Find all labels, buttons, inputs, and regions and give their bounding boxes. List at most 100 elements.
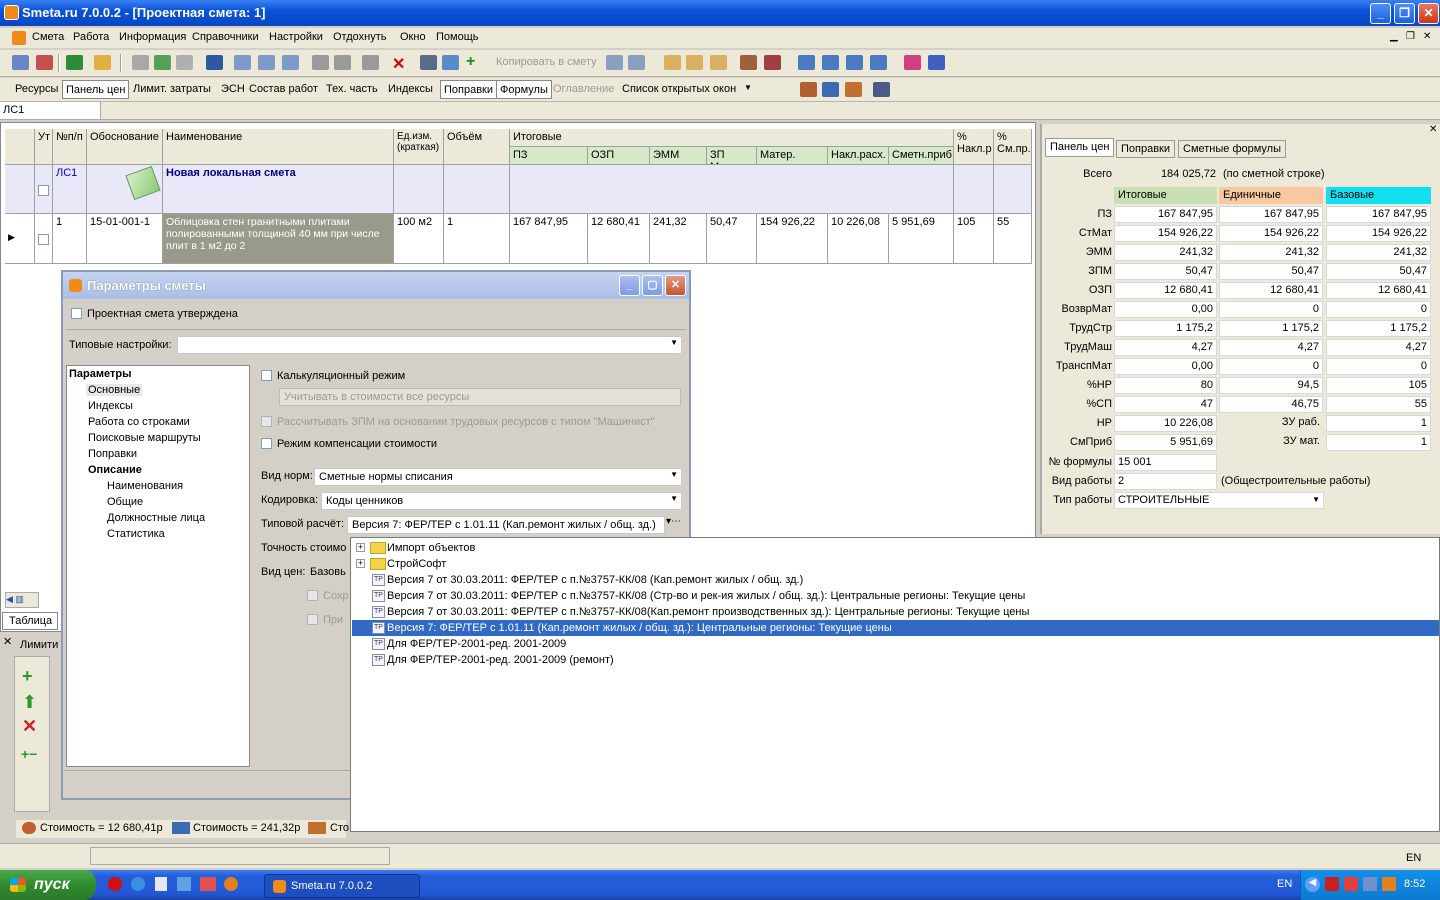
typical-settings-select[interactable]: ▼ — [177, 336, 682, 354]
typcalc-select[interactable]: Версия 7: ФЕР/ТЕР с 1.01.11 (Кап.ремонт … — [347, 516, 665, 534]
row-checkbox[interactable] — [38, 234, 49, 245]
rp-work-field[interactable]: 2 — [1114, 473, 1217, 490]
pc3-icon[interactable] — [710, 55, 727, 70]
tree-general[interactable]: Общие — [107, 496, 143, 508]
dropdown-item[interactable]: ТР Версия 7 от 30.03.2011: ФЕР/ТЕР с п.№3… — [352, 604, 1439, 620]
rp-row-base[interactable]: 105 — [1326, 377, 1431, 394]
tab-price-panel[interactable]: Панель цен — [62, 80, 130, 99]
tree-rows[interactable]: Работа со строками — [88, 416, 190, 428]
rp-row-unit[interactable]: 154 926,22 — [1219, 225, 1323, 242]
refresh-icon[interactable] — [154, 55, 171, 70]
tab-limit-costs[interactable]: Лимит. затраты — [130, 80, 214, 99]
excel-icon[interactable] — [66, 55, 83, 70]
tree-main[interactable]: Основные — [86, 384, 143, 396]
rp-tab-corrections[interactable]: Поправки — [1116, 140, 1176, 158]
expand-icon[interactable]: + — [356, 543, 365, 552]
tab-formulas[interactable]: Формулы — [496, 80, 552, 99]
dropdown-item[interactable]: ТР Версия 7 от 30.03.2011: ФЕР/ТЕР с п.№3… — [352, 572, 1439, 588]
dropdown-item[interactable]: ТР Для ФЕР/ТЕР-2001-ред. 2001-2009 — [352, 636, 1439, 652]
rp-row-unit[interactable]: 94,5 — [1219, 377, 1323, 394]
copy-icon[interactable] — [334, 55, 351, 70]
dialog-maximize-button[interactable]: ▢ — [642, 275, 663, 296]
menu-refs[interactable]: Справочники — [192, 31, 259, 43]
minimize-button[interactable]: _ — [1370, 3, 1391, 24]
move-top-icon[interactable] — [822, 55, 839, 70]
rp-row-total[interactable]: 0,00 — [1114, 358, 1217, 375]
include-cost-button[interactable]: Учитывать в стоимости все ресурсы — [279, 388, 681, 406]
rp-row-base[interactable]: 1 175,2 — [1326, 320, 1431, 337]
calc-icon[interactable] — [420, 55, 437, 70]
rp-row-total[interactable]: 5 951,69 — [1114, 434, 1217, 451]
tree-routes[interactable]: Поисковые маршруты — [88, 432, 201, 444]
rp-row-total[interactable]: 0,00 — [1114, 301, 1217, 318]
search-icon[interactable] — [94, 55, 111, 70]
save-icon[interactable] — [132, 55, 149, 70]
rp-row-unit[interactable]: 1 175,2 — [1219, 320, 1323, 337]
dropdown-item[interactable]: ТР Для ФЕР/ТЕР-2001-ред. 2001-2009 (ремон… — [352, 652, 1439, 668]
tab-limits[interactable]: Лимити — [16, 637, 64, 655]
tab-indexes[interactable]: Индексы — [385, 80, 436, 99]
rp-type-select[interactable]: СТРОИТЕЛЬНЫЕ ▼ — [1114, 492, 1324, 509]
rp-row-total[interactable]: 1 175,2 — [1114, 320, 1217, 337]
price-type-value[interactable]: Базовь — [310, 566, 346, 578]
menu-info[interactable]: Информация — [119, 31, 186, 43]
machine-icon[interactable] — [873, 82, 890, 97]
doc-icon[interactable] — [155, 877, 167, 891]
add-icon[interactable]: + — [22, 666, 33, 687]
rp-row-base[interactable]: 1 — [1326, 415, 1431, 432]
indent-icon[interactable] — [234, 55, 251, 70]
tray-pdf-icon[interactable] — [1325, 877, 1339, 891]
dropdown-item[interactable]: + СтройСофт — [352, 556, 1439, 572]
new-doc-icon[interactable] — [12, 55, 29, 70]
add-row-icon[interactable]: + — [466, 53, 475, 71]
dropdown-item[interactable]: + Импорт объектов — [352, 540, 1439, 556]
tab-table[interactable]: Таблица — [2, 612, 58, 630]
ie-icon[interactable] — [131, 877, 145, 891]
dialog-close-button[interactable]: ✕ — [665, 275, 686, 296]
rp-formula-field[interactable]: 15 001 — [1114, 454, 1217, 471]
rp-row-base[interactable]: 1 — [1326, 434, 1431, 451]
cto-icon[interactable] — [200, 877, 216, 891]
rp-tab-formulas[interactable]: Сметные формулы — [1178, 140, 1287, 158]
open-windows-arrow-icon[interactable]: ▼ — [744, 83, 752, 92]
report2-icon[interactable] — [764, 55, 781, 70]
tree-corrections[interactable]: Поправки — [88, 448, 137, 460]
rp-row-base[interactable]: 0 — [1326, 301, 1431, 318]
zpm-checkbox[interactable] — [261, 416, 272, 430]
rp-row-base[interactable]: 12 680,41 — [1326, 282, 1431, 299]
rp-row-unit[interactable]: 50,47 — [1219, 263, 1323, 280]
rp-row-unit[interactable]: 0 — [1219, 358, 1323, 375]
rp-row-base[interactable]: 4,27 — [1326, 339, 1431, 356]
tree-description[interactable]: Описание — [88, 464, 142, 476]
rp-tab-prices[interactable]: Панель цен — [1045, 138, 1115, 157]
report-icon[interactable] — [740, 55, 757, 70]
dropdown-item[interactable]: ТР Версия 7: ФЕР/ТЕР с 1.01.11 (Кап.ремон… — [352, 620, 1439, 636]
code-select[interactable]: Коды ценников ▼ — [321, 492, 682, 510]
rp-row-unit[interactable]: 12 680,41 — [1219, 282, 1323, 299]
close-limit-icon[interactable]: ✕ — [3, 635, 12, 648]
menu-work[interactable]: Работа — [73, 31, 109, 43]
eraser-icon[interactable] — [904, 55, 921, 70]
rp-row-total[interactable]: 4,27 — [1114, 339, 1217, 356]
tab-work-composition[interactable]: Состав работ — [246, 80, 321, 99]
app-quick-icon[interactable] — [177, 877, 191, 891]
row-name[interactable]: Облицовка стен гранитными плитами полиро… — [163, 214, 394, 264]
delete-icon[interactable]: ✕ — [392, 54, 405, 74]
pc2-icon[interactable] — [686, 55, 703, 70]
row-basis[interactable]: 15-01-001-1 — [87, 214, 163, 264]
move-down-icon[interactable] — [846, 55, 863, 70]
rp-row-total[interactable]: 241,32 — [1114, 244, 1217, 261]
start-button[interactable]: пуск — [0, 870, 96, 900]
open-doc-icon[interactable] — [36, 55, 53, 70]
book-icon[interactable] — [928, 55, 945, 70]
rp-row-base[interactable]: 0 — [1326, 358, 1431, 375]
undo-icon[interactable] — [176, 55, 193, 70]
cut-icon[interactable] — [312, 55, 329, 70]
rp-row-unit[interactable]: 167 847,95 — [1219, 206, 1323, 223]
opera-icon[interactable] — [108, 877, 122, 891]
redo-icon[interactable] — [206, 55, 223, 70]
tray-back-icon[interactable]: ◀ — [1305, 877, 1320, 892]
row-checkbox[interactable] — [38, 185, 49, 196]
panel-close-icon[interactable]: ✕ — [1429, 124, 1437, 135]
pc-icon[interactable] — [664, 55, 681, 70]
